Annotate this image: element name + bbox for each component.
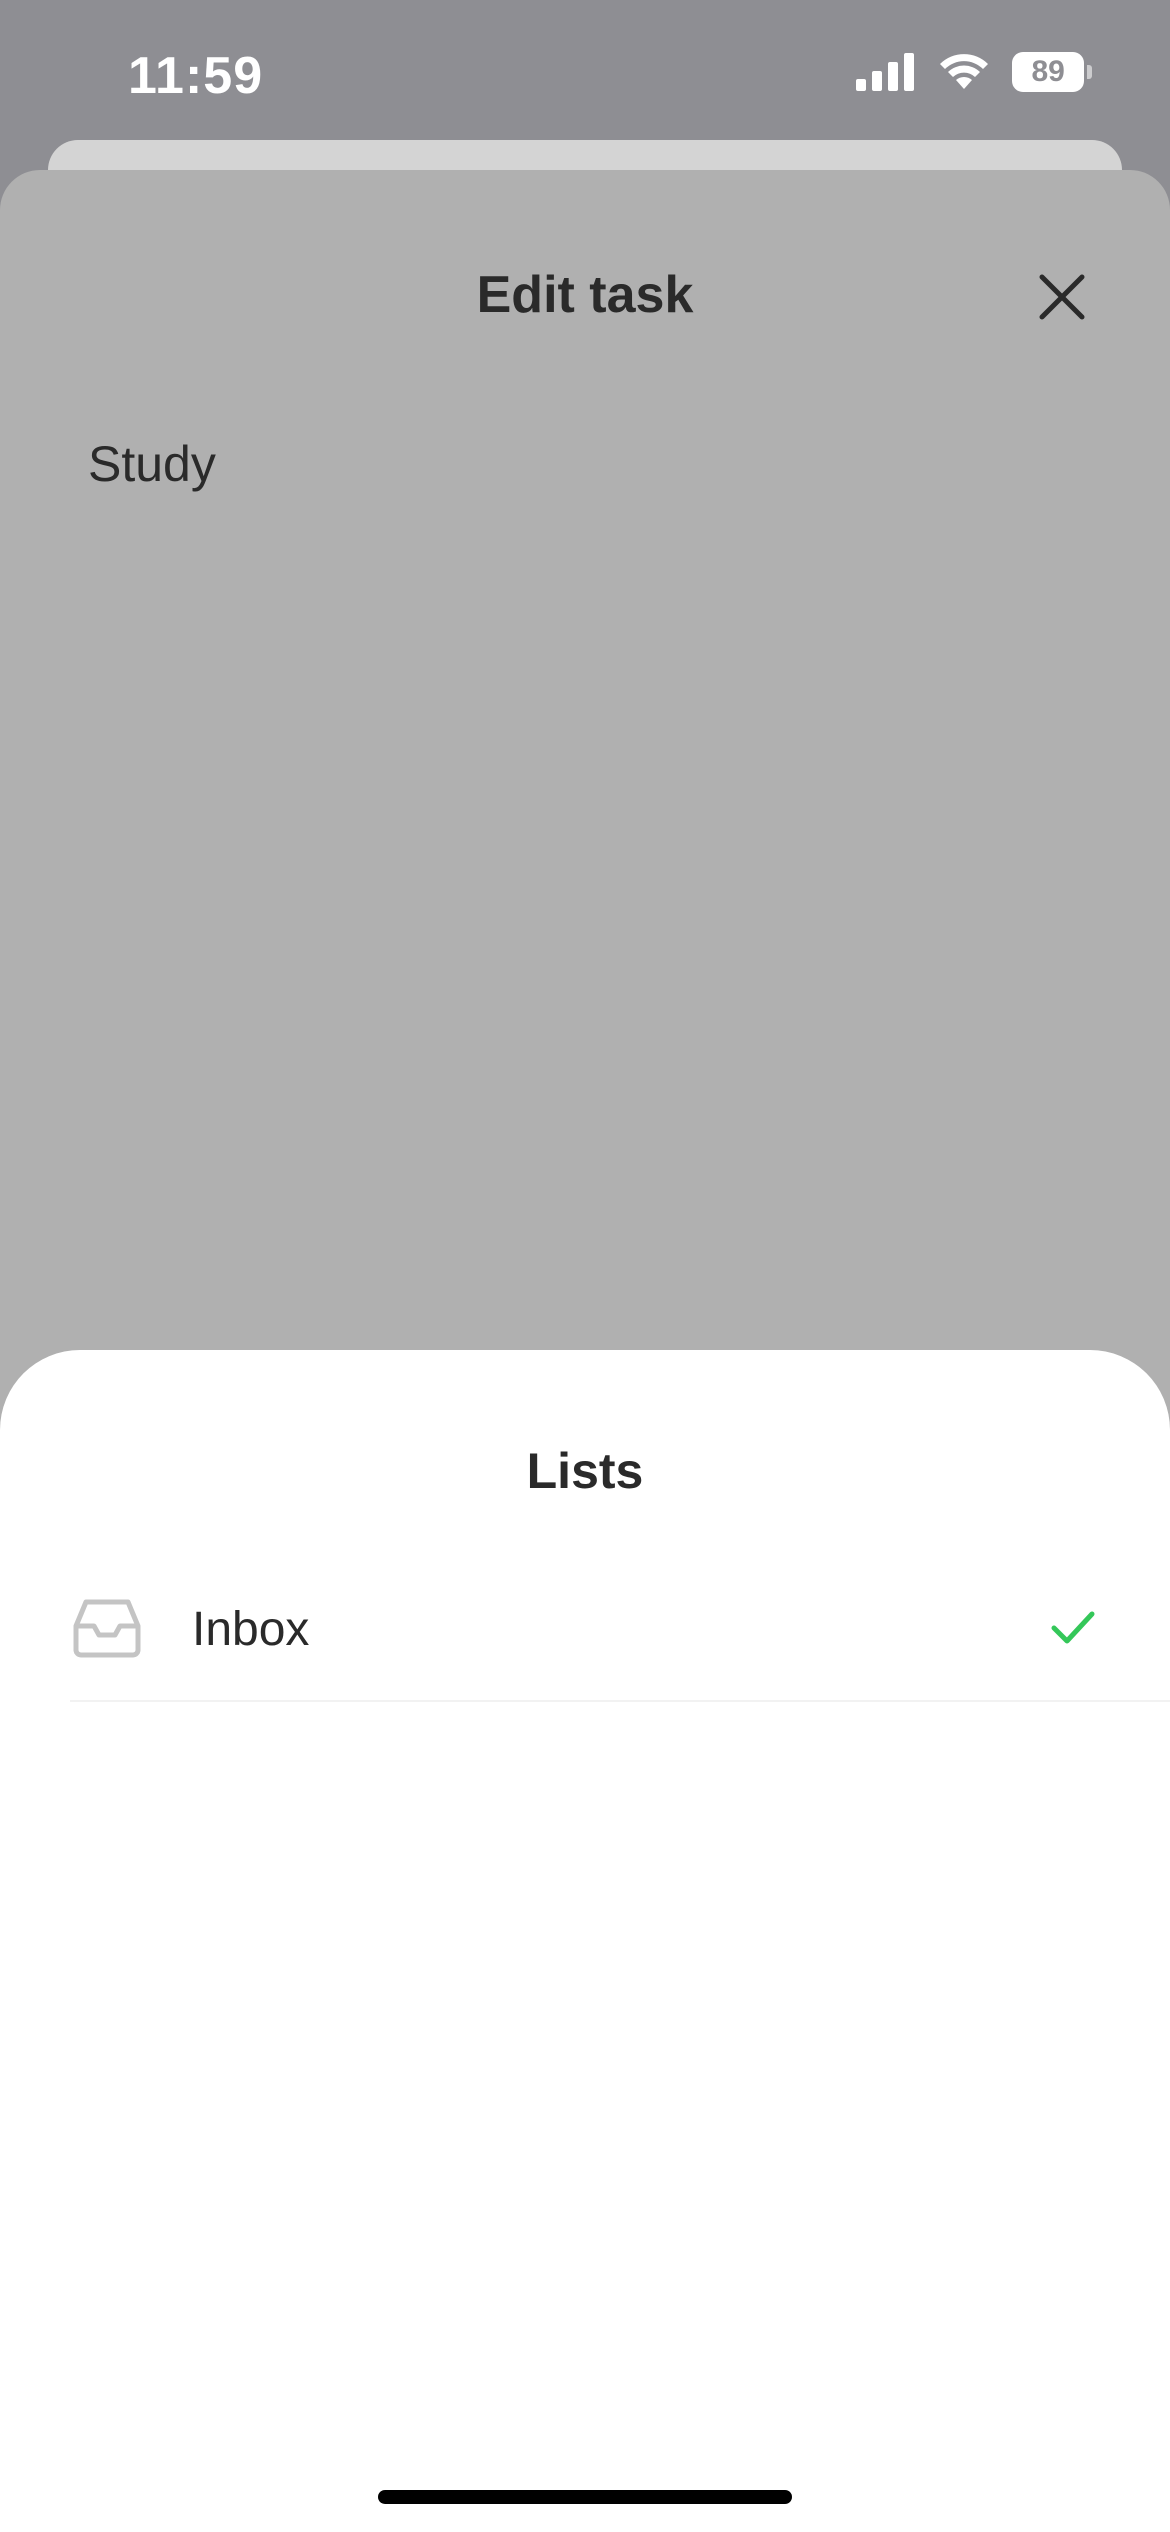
status-time: 11:59 [128, 47, 264, 105]
close-button[interactable] [1030, 265, 1094, 329]
inbox-icon [73, 1599, 141, 1658]
list-item-inbox[interactable]: Inbox [70, 1560, 1170, 1702]
wifi-icon [940, 54, 988, 89]
close-icon [1039, 274, 1085, 320]
status-icons: 89 [856, 52, 1092, 92]
checkmark-icon [1051, 1611, 1095, 1644]
edit-task-title: Edit task [476, 266, 694, 324]
home-indicator[interactable] [378, 2490, 792, 2504]
status-bar: 11:59 89 [0, 0, 1170, 150]
lists-sheet: Lists Inbox [0, 1350, 1170, 2532]
battery-tip [1087, 65, 1092, 79]
edit-task-sheet: Edit task Study [0, 170, 1170, 1470]
lists-sheet-title: Lists [526, 1443, 644, 1499]
battery-icon: 89 [1012, 52, 1092, 92]
cellular-signal-icon [856, 53, 914, 91]
battery-level: 89 [1012, 52, 1085, 92]
list-item-label: Inbox [192, 1603, 310, 1656]
task-name-field[interactable]: Study [88, 435, 216, 493]
